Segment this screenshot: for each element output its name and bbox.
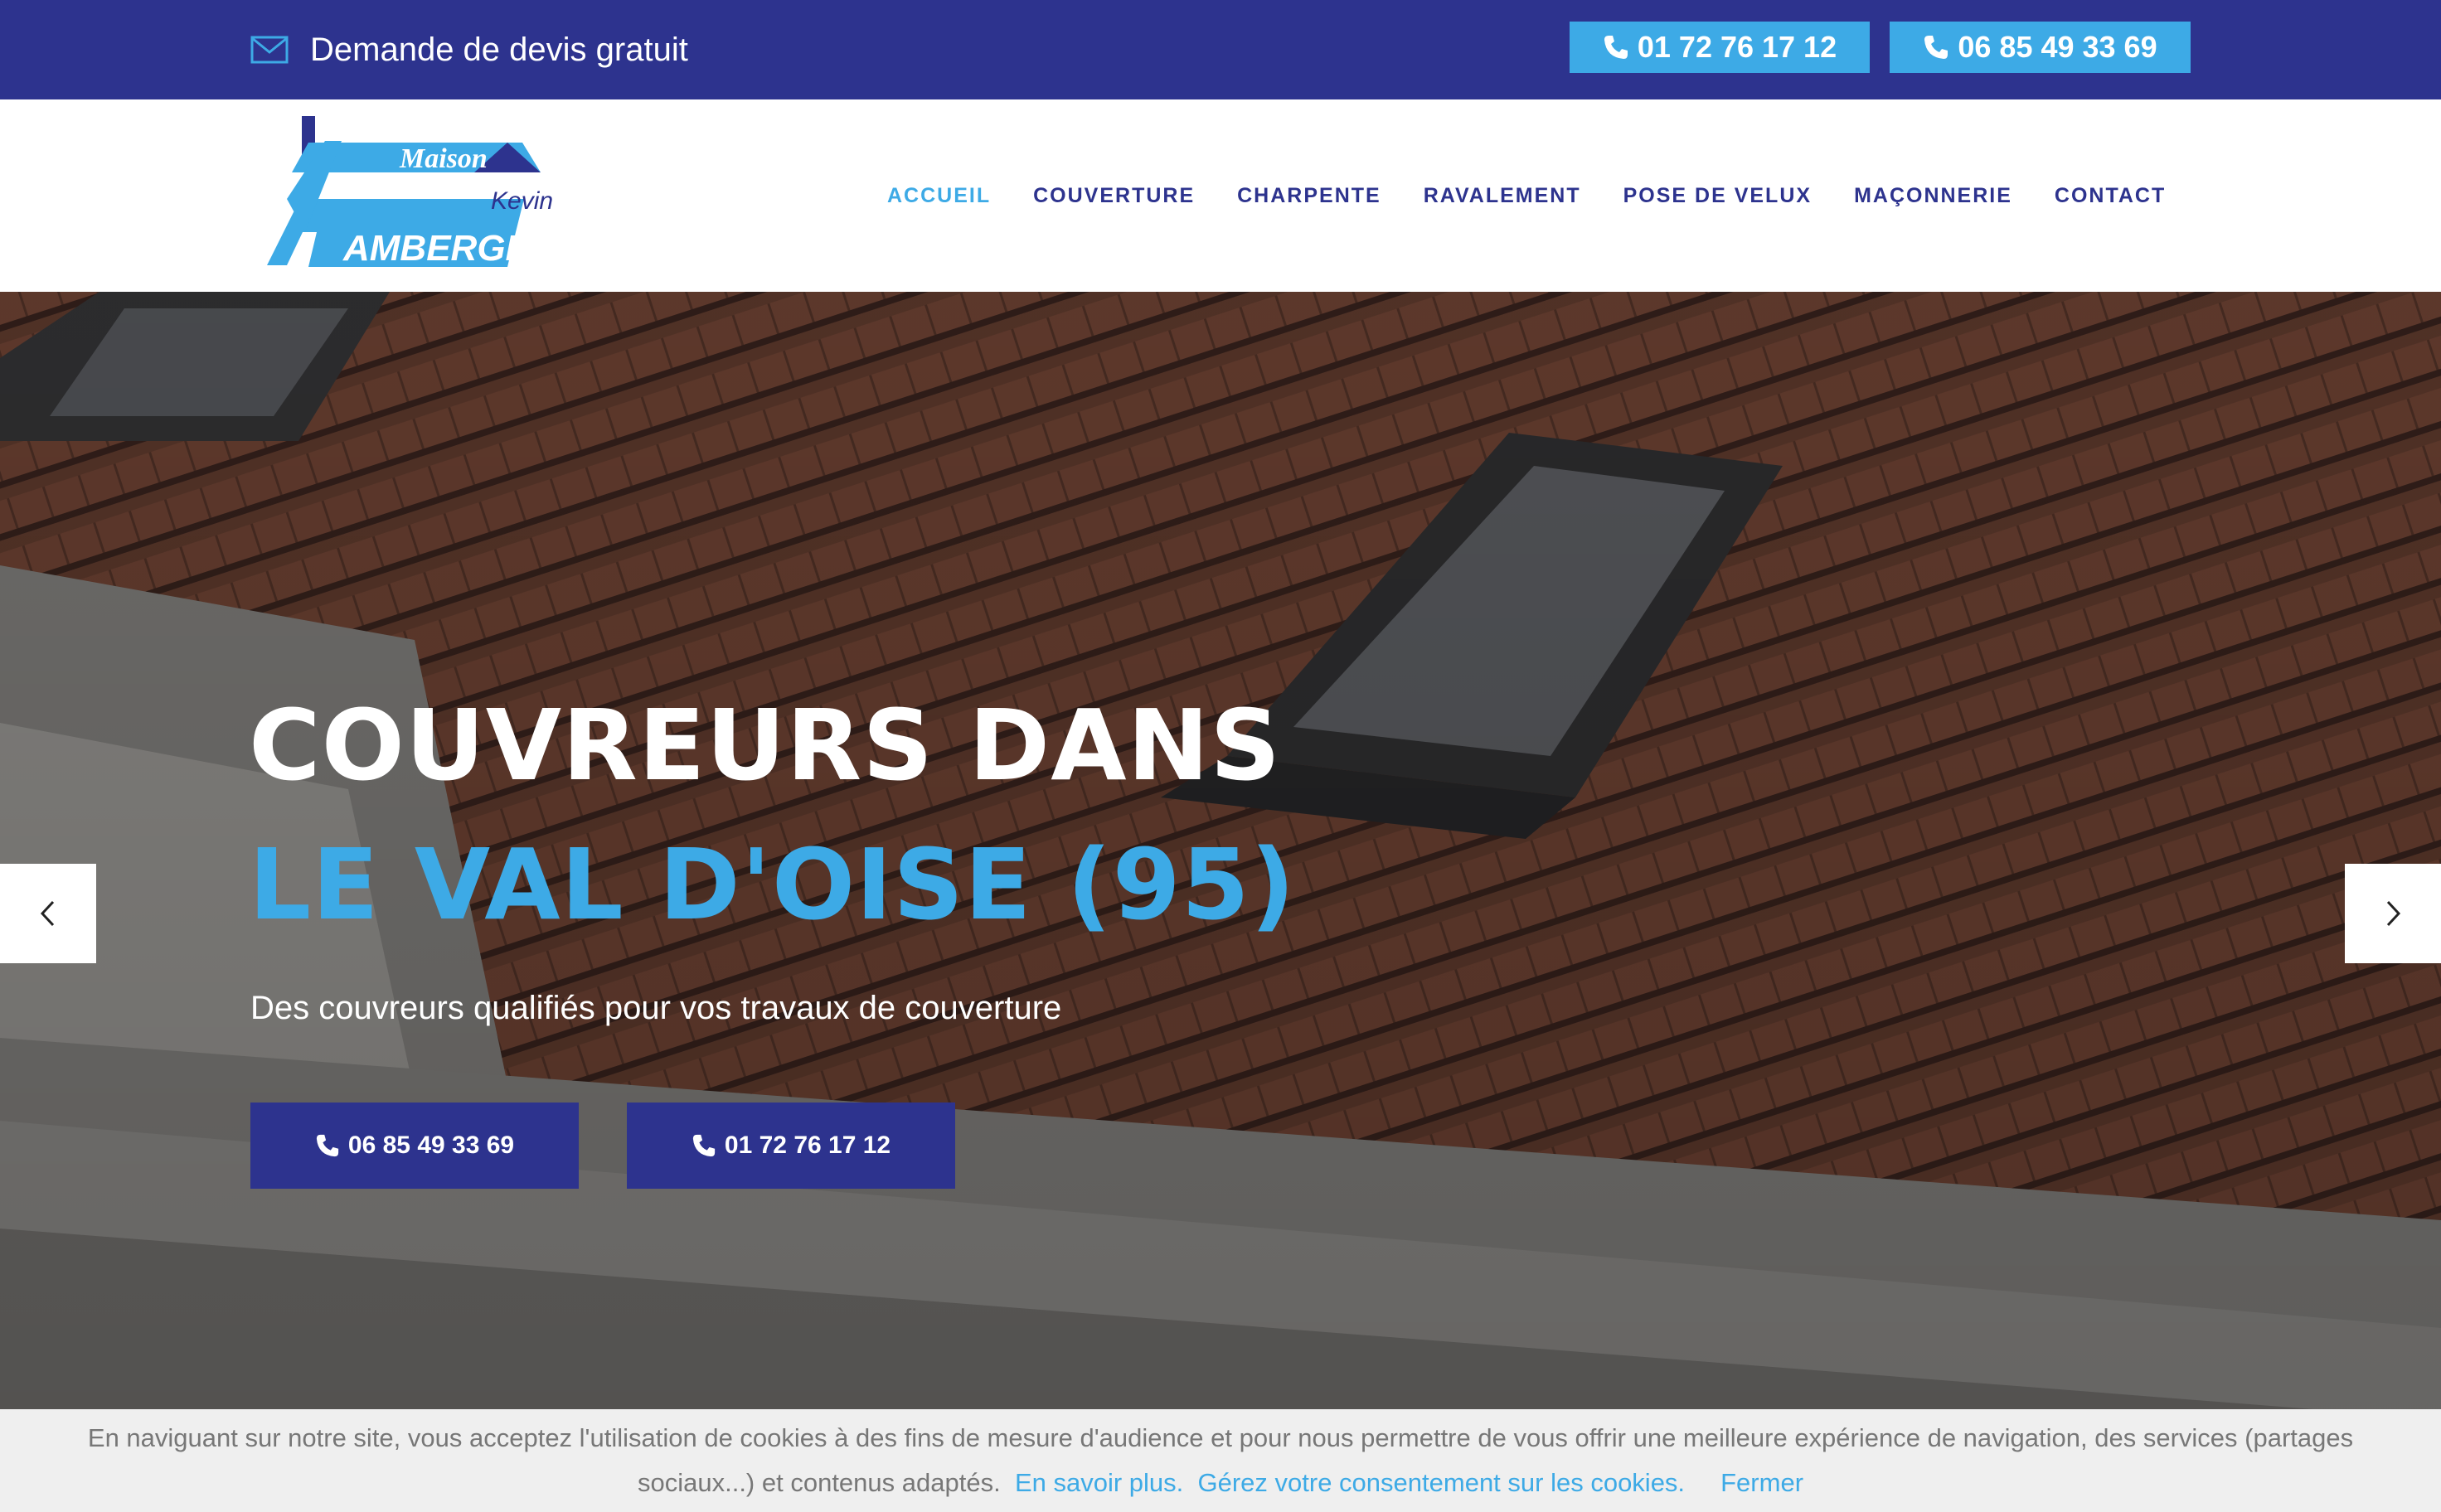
mail-icon <box>250 36 289 64</box>
phone-icon <box>1604 36 1628 59</box>
nav-item-couverture[interactable]: COUVERTURE <box>1033 184 1195 208</box>
cookie-manage-link[interactable]: Gérez votre consentement sur les cookies… <box>1198 1468 1686 1497</box>
phone-icon <box>316 1134 339 1157</box>
slider-prev-button[interactable] <box>0 864 96 963</box>
slider-next-button[interactable] <box>2345 864 2441 963</box>
logo-text-maison: Maison <box>399 143 488 174</box>
chevron-left-icon <box>40 900 55 927</box>
phone-icon <box>692 1134 716 1157</box>
top-bar: Demande de devis gratuit 01 72 76 17 12 … <box>0 0 2441 99</box>
phone-icon <box>1924 36 1948 59</box>
logo-text-ambergier: AMBERGIER <box>342 228 557 269</box>
hero-phone-button-1-label: 06 85 49 33 69 <box>347 1132 515 1159</box>
hero-title-line-2: LE VAL D'OISE (95) <box>249 827 1296 942</box>
nav-item-ravalement[interactable]: RAVALEMENT <box>1424 184 1581 208</box>
nav-item-charpente[interactable]: CHARPENTE <box>1237 184 1381 208</box>
main-nav: ACCUEIL COUVERTURE CHARPENTE RAVALEMENT … <box>887 177 2208 214</box>
nav-item-contact[interactable]: CONTACT <box>2055 184 2166 208</box>
quote-request-link[interactable]: Demande de devis gratuit <box>250 27 688 73</box>
quote-request-label: Demande de devis gratuit <box>310 31 688 68</box>
hero-phone-button-2-label: 01 72 76 17 12 <box>724 1132 891 1159</box>
nav-item-pose-de-velux[interactable]: POSE DE VELUX <box>1623 184 1812 208</box>
hero-phone-button-2[interactable]: 01 72 76 17 12 <box>627 1102 955 1189</box>
site-logo[interactable]: Maison Kevin AMBERGIER <box>267 116 557 269</box>
chevron-right-icon <box>2386 900 2401 927</box>
nav-item-accueil[interactable]: ACCUEIL <box>887 184 991 208</box>
nav-item-maconnerie[interactable]: MAÇONNERIE <box>1854 184 2012 208</box>
hero-slider: COUVREURS DANS LE VAL D'OISE (95) Des co… <box>0 292 2441 1512</box>
phone-button-1-label: 01 72 76 17 12 <box>1637 30 1837 64</box>
cookie-banner: En naviguant sur notre site, vous accept… <box>0 1409 2441 1512</box>
logo-text-kevin: Kevin <box>491 187 553 215</box>
phone-button-1[interactable]: 01 72 76 17 12 <box>1570 22 1870 73</box>
cookie-learn-more-link[interactable]: En savoir plus. <box>1015 1468 1183 1497</box>
cookie-close-button[interactable]: Fermer <box>1720 1468 1803 1497</box>
phone-button-2-label: 06 85 49 33 69 <box>1958 30 2157 64</box>
phone-button-2[interactable]: 06 85 49 33 69 <box>1890 22 2191 73</box>
hero-title-line-1: COUVREURS DANS <box>249 688 1282 802</box>
hero-phone-button-1[interactable]: 06 85 49 33 69 <box>250 1102 579 1189</box>
hero-subtitle: Des couvreurs qualifiés pour vos travaux… <box>250 990 1062 1026</box>
